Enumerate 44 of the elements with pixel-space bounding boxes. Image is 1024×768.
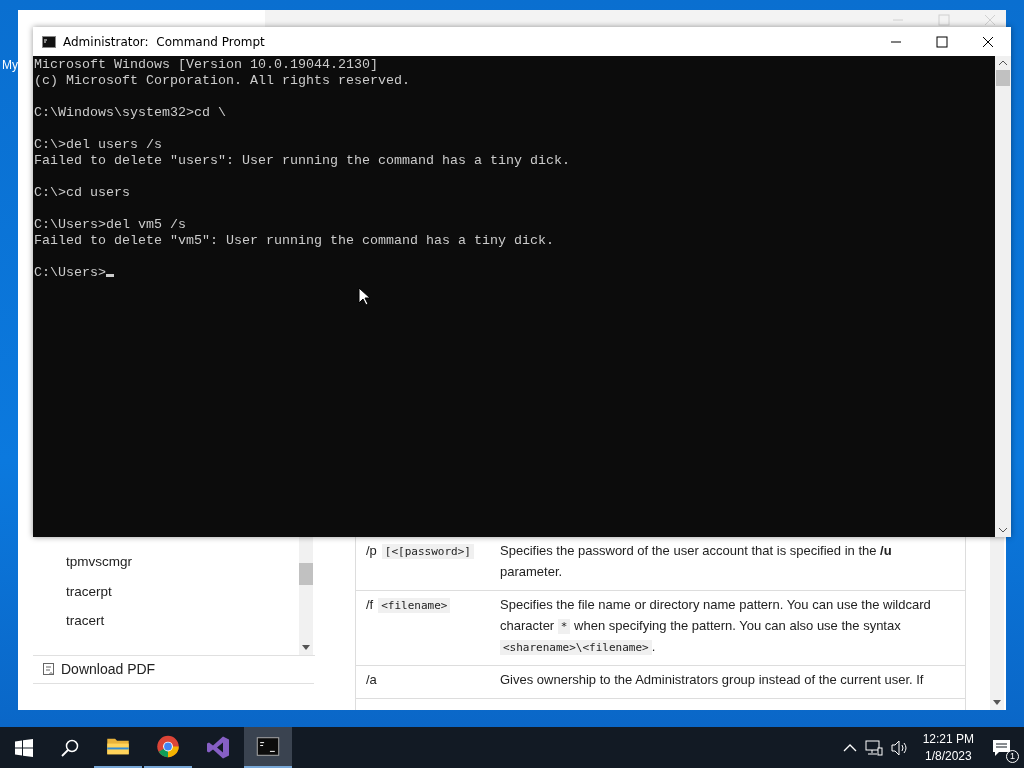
chevron-up-icon[interactable]: [842, 742, 857, 753]
download-link[interactable]: Download PDF: [33, 656, 314, 684]
console-line: C:\Windows\system32>cd \: [34, 105, 226, 120]
parameter-name: /a: [366, 671, 377, 689]
window-title: Administrator: Command Prompt: [63, 34, 265, 49]
notification-icon[interactable]: [992, 738, 1012, 757]
parameter-name: /p: [366, 542, 377, 560]
code-snippet: [<[password>]: [381, 544, 474, 559]
scrollbar-thumb[interactable]: [996, 70, 1010, 86]
scroll-down-icon[interactable]: [302, 645, 310, 651]
parameter-name: /f: [366, 596, 374, 614]
notification-badge: 1: [1006, 749, 1019, 763]
console-line: C:\>cd users: [34, 185, 130, 200]
clock-time[interactable]: 12:21 PM: [922, 730, 974, 748]
scrollbar[interactable]: [995, 56, 1011, 537]
console-line: C:\Users>del vm5 /s: [34, 217, 186, 232]
windows-logo-icon[interactable]: [15, 738, 33, 757]
scrollbar-thumb[interactable]: [299, 563, 313, 585]
scroll-down-icon[interactable]: [993, 700, 1001, 706]
sidebar-item[interactable]: tpmvscmgr: [66, 547, 299, 577]
parameter-description: Specifies the file name or directory name pattern. You can use the wildcard character * when specifying the pattern. You can also use the syntax <sharename>\<filename> .: [499, 596, 932, 657]
console-line: (c) Microsoft Corporation. All rights reserved.: [34, 73, 410, 88]
console-icon: [42, 35, 56, 48]
desktop-icon-label[interactable]: My: [2, 58, 18, 72]
speaker-icon[interactable]: [890, 739, 909, 756]
console-line: Microsoft Windows [Version 10.0.19044.2130]: [34, 57, 378, 72]
network-icon[interactable]: [864, 739, 883, 756]
scrollbar[interactable]: [990, 537, 1004, 710]
scrollbar[interactable]: [299, 537, 313, 655]
sidebar-item[interactable]: tracerpt: [66, 576, 299, 606]
mouse-pointer-icon: [358, 287, 370, 306]
text-cursor: [106, 274, 114, 277]
code-snippet: <filename>: [378, 598, 451, 613]
sidebar-item[interactable]: tracert: [66, 606, 299, 636]
console-line: C:\Users>: [34, 265, 106, 280]
parameter-description: Gives ownership to the Administrators group instead of the current user. If: [499, 671, 925, 689]
document-icon: [42, 662, 56, 676]
console-line: C:\>del users /s: [34, 137, 162, 152]
console-icon[interactable]: [244, 727, 292, 768]
parameter-description: Specifies the password of the user account that is specified in the /u parameter.: [499, 542, 893, 581]
console-line: Failed to delete "users": User running the command has a tiny dick.: [34, 153, 570, 168]
search-icon[interactable]: [61, 738, 79, 757]
console-line: Failed to delete "vm5": User running the command has a tiny dick.: [34, 233, 554, 248]
clock-date[interactable]: 1/8/2023: [922, 747, 974, 765]
